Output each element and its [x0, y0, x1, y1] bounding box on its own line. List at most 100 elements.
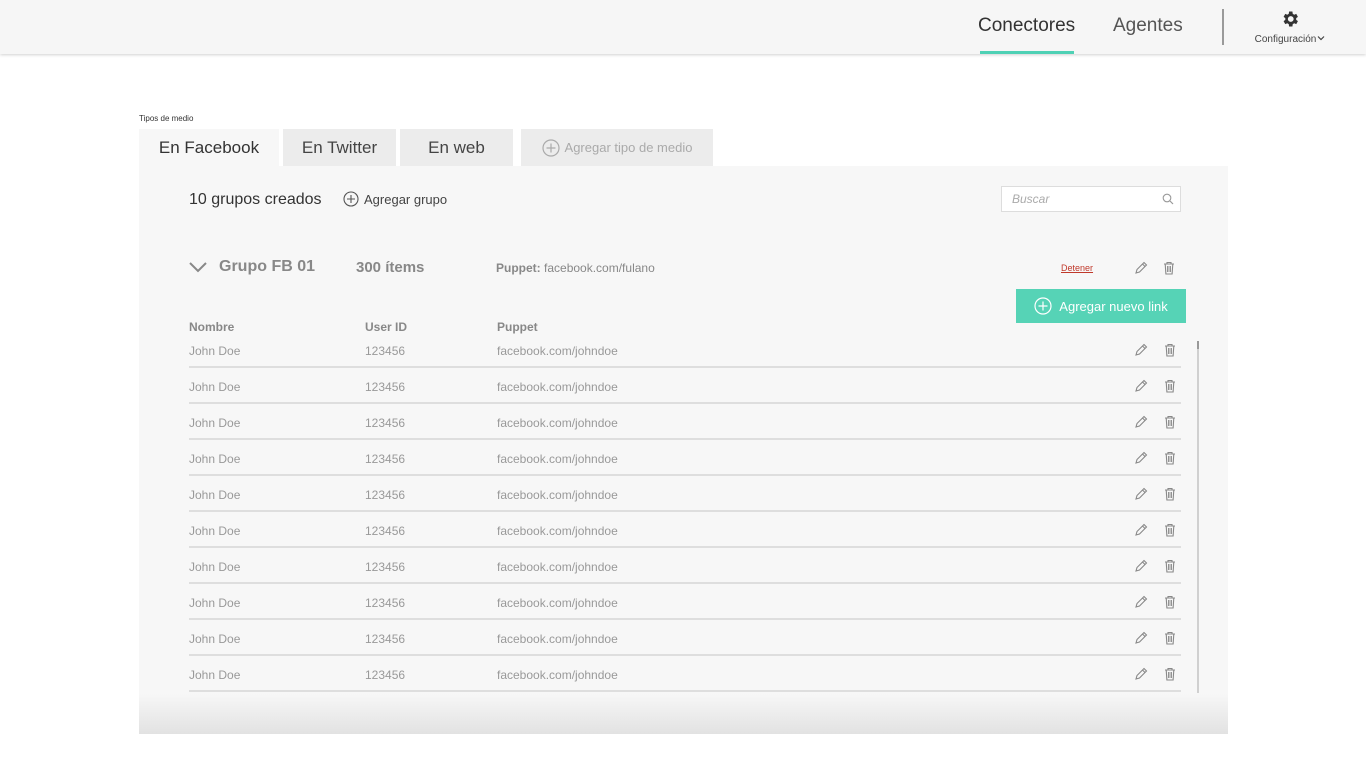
trash-icon[interactable] [1164, 523, 1176, 537]
links-table: John Doe 123456 facebook.com/johndoe John … [189, 332, 1181, 692]
facebook-panel: 10 grupos creados Agregar grupo Grupo FB… [139, 166, 1228, 734]
trash-icon[interactable] [1164, 667, 1176, 681]
group-puppet: Puppet: facebook.com/fulano [496, 261, 655, 275]
search-icon[interactable] [1162, 193, 1174, 205]
cell-puppet: facebook.com/johndoe [497, 488, 618, 502]
cell-user-id: 123456 [365, 632, 406, 646]
plus-circle-icon [1034, 297, 1052, 315]
tab-facebook[interactable]: En Facebook [139, 129, 279, 166]
pencil-icon[interactable] [1134, 343, 1148, 357]
search-input[interactable] [1002, 187, 1152, 211]
top-navigation-bar: Conectores Agentes Configuración [0, 0, 1366, 54]
cell-user-id: 123456 [365, 380, 406, 394]
cell-puppet: facebook.com/johndoe [497, 632, 618, 646]
pencil-icon[interactable] [1134, 487, 1148, 501]
tabs-section-label: Tipos de medio [139, 114, 194, 123]
scrollbar-thumb[interactable] [1197, 341, 1199, 349]
group-header: Grupo FB 01 300 ítems Puppet: facebook.c… [189, 258, 1189, 280]
gear-icon [1283, 11, 1298, 27]
cell-nombre: John Doe [189, 488, 241, 502]
cell-nombre: John Doe [189, 524, 241, 538]
config-label: Configuración [1254, 34, 1317, 45]
search-box [1001, 186, 1181, 212]
table-row: John Doe 123456 facebook.com/johndoe [189, 620, 1181, 656]
table-row: John Doe 123456 facebook.com/johndoe [189, 656, 1181, 692]
trash-icon[interactable] [1164, 487, 1176, 501]
add-new-link-label: Agregar nuevo link [1059, 298, 1168, 314]
add-media-type-button[interactable]: Agregar tipo de medio [521, 129, 713, 166]
pencil-icon[interactable] [1134, 667, 1148, 681]
tab-twitter[interactable]: En Twitter [283, 129, 396, 166]
trash-icon[interactable] [1164, 379, 1176, 393]
table-row: John Doe 123456 facebook.com/johndoe [189, 584, 1181, 620]
table-row: John Doe 123456 facebook.com/johndoe [189, 368, 1181, 404]
panel-bottom-fade [139, 694, 1228, 734]
cell-puppet: facebook.com/johndoe [497, 452, 618, 466]
cell-nombre: John Doe [189, 668, 241, 682]
trash-icon[interactable] [1164, 415, 1176, 429]
pencil-icon[interactable] [1134, 379, 1148, 393]
cell-puppet: facebook.com/johndoe [497, 596, 618, 610]
plus-circle-icon [343, 191, 359, 207]
cell-user-id: 123456 [365, 488, 406, 502]
pencil-icon[interactable] [1134, 595, 1148, 609]
cell-nombre: John Doe [189, 596, 241, 610]
group-items-count: 300 ítems [356, 259, 425, 276]
tab-web[interactable]: En web [400, 129, 513, 166]
nav-active-indicator [980, 51, 1074, 54]
group-puppet-label: Puppet: [496, 261, 541, 275]
cell-user-id: 123456 [365, 452, 406, 466]
pencil-icon[interactable] [1134, 559, 1148, 573]
pencil-icon[interactable] [1134, 451, 1148, 465]
add-group-button[interactable]: Agregar grupo [343, 191, 447, 207]
table-row: John Doe 123456 facebook.com/johndoe [189, 440, 1181, 476]
config-menu-button[interactable]: Configuración [1248, 9, 1332, 47]
table-row: John Doe 123456 facebook.com/johndoe [189, 332, 1181, 368]
stop-link[interactable]: Detener [1061, 263, 1093, 273]
cell-puppet: facebook.com/johndoe [497, 416, 618, 430]
cell-puppet: facebook.com/johndoe [497, 380, 618, 394]
add-media-type-label: Agregar tipo de medio [564, 140, 693, 155]
chevron-down-icon[interactable] [189, 261, 207, 273]
cell-nombre: John Doe [189, 416, 241, 430]
pencil-icon[interactable] [1134, 261, 1148, 275]
cell-user-id: 123456 [365, 344, 406, 358]
group-puppet-value: facebook.com/fulano [544, 261, 655, 275]
table-row: John Doe 123456 facebook.com/johndoe [189, 476, 1181, 512]
trash-icon[interactable] [1164, 595, 1176, 609]
cell-user-id: 123456 [365, 416, 406, 430]
add-group-label: Agregar grupo [364, 191, 448, 207]
nav-conectores[interactable]: Conectores [978, 15, 1075, 37]
cell-user-id: 123456 [365, 668, 406, 682]
trash-icon[interactable] [1164, 343, 1176, 357]
table-scrollbar[interactable] [1197, 341, 1199, 693]
cell-user-id: 123456 [365, 596, 406, 610]
cell-puppet: facebook.com/johndoe [497, 524, 618, 538]
cell-puppet: facebook.com/johndoe [497, 668, 618, 682]
trash-icon[interactable] [1164, 631, 1176, 645]
pencil-icon[interactable] [1134, 523, 1148, 537]
nav-agentes[interactable]: Agentes [1113, 15, 1183, 37]
add-new-link-button[interactable]: Agregar nuevo link [1016, 289, 1186, 323]
trash-icon[interactable] [1164, 559, 1176, 573]
cell-puppet: facebook.com/johndoe [497, 560, 618, 574]
cell-nombre: John Doe [189, 380, 241, 394]
cell-nombre: John Doe [189, 632, 241, 646]
groups-count: 10 grupos creados [189, 191, 322, 208]
cell-user-id: 123456 [365, 560, 406, 574]
cell-nombre: John Doe [189, 560, 241, 574]
cell-user-id: 123456 [365, 524, 406, 538]
group-name: Grupo FB 01 [219, 258, 316, 275]
table-row: John Doe 123456 facebook.com/johndoe [189, 512, 1181, 548]
chevron-down-icon [1317, 35, 1325, 41]
cell-puppet: facebook.com/johndoe [497, 344, 618, 358]
pencil-icon[interactable] [1134, 631, 1148, 645]
cell-nombre: John Doe [189, 344, 241, 358]
cell-nombre: John Doe [189, 452, 241, 466]
trash-icon[interactable] [1163, 261, 1175, 275]
pencil-icon[interactable] [1134, 415, 1148, 429]
trash-icon[interactable] [1164, 451, 1176, 465]
table-row: John Doe 123456 facebook.com/johndoe [189, 548, 1181, 584]
plus-circle-icon [541, 138, 560, 157]
nav-divider [1222, 9, 1224, 45]
